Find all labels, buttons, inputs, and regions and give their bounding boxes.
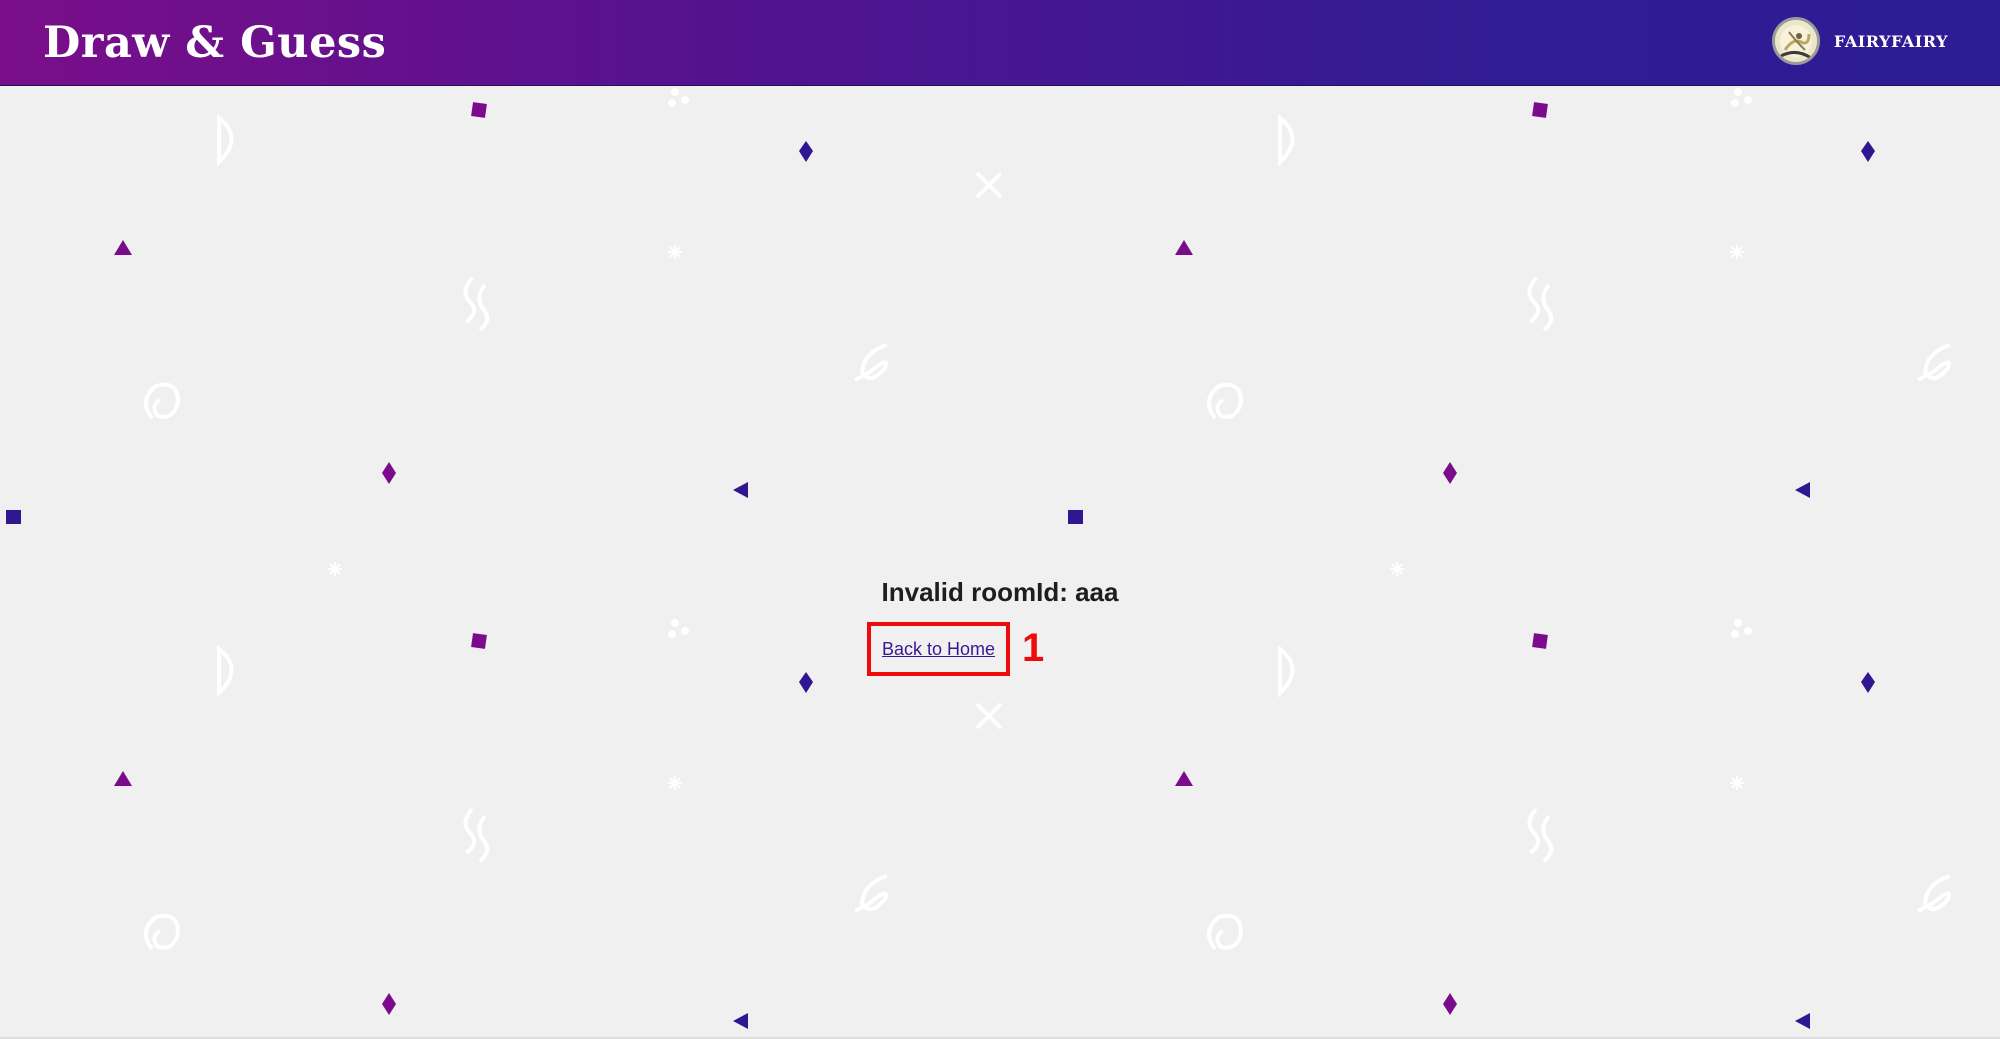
diamond-shape-icon — [1861, 141, 1875, 162]
triangle-shape-icon — [733, 482, 748, 498]
sparkle-doodle-icon — [668, 245, 682, 259]
dots-doodle-icon — [1731, 88, 1752, 107]
annotation-number: 1 — [1022, 626, 1045, 670]
app-logo[interactable]: Draw & Guess — [43, 14, 386, 72]
square-shape-icon — [471, 633, 487, 649]
dots-doodle-icon — [1731, 619, 1752, 638]
curl-doodle-icon — [854, 343, 888, 382]
half-circle-doodle-icon — [1278, 113, 1295, 167]
squiggle-doodle-icon — [463, 807, 490, 863]
diamond-shape-icon — [799, 141, 813, 162]
avatar[interactable] — [1771, 17, 1820, 65]
diamond-shape-icon — [1443, 993, 1457, 1015]
triangle-shape-icon — [114, 240, 132, 255]
username[interactable]: FAIRYFAIRY — [1834, 32, 1948, 51]
user-menu[interactable]: FAIRYFAIRY — [1771, 17, 1948, 65]
squiggle-doodle-icon — [463, 276, 490, 332]
dots-doodle-icon — [668, 88, 689, 107]
square-shape-icon — [1532, 102, 1548, 118]
square-shape-icon — [471, 102, 487, 118]
spiral-doodle-icon — [1207, 382, 1244, 420]
background-pattern-bottom — [114, 619, 1951, 1029]
squiggle-doodle-icon — [1527, 276, 1554, 332]
half-circle-doodle-icon — [217, 644, 234, 698]
spiral-doodle-icon — [1207, 913, 1244, 951]
back-to-home-link[interactable]: Back to Home — [882, 639, 995, 660]
avatar-image-icon — [1774, 20, 1817, 62]
top-app-bar: Draw & Guess FAIRYFAIRY — [0, 0, 2000, 86]
sparkle-doodle-icon — [668, 776, 682, 790]
diamond-shape-icon — [382, 993, 396, 1015]
curl-doodle-icon — [854, 874, 888, 913]
highlight-box: Back to Home — [867, 622, 1010, 676]
diamond-shape-icon — [799, 672, 813, 693]
diamond-shape-icon — [1861, 672, 1875, 693]
diamond-shape-icon — [1443, 462, 1457, 484]
cross-doodle-icon — [975, 702, 1003, 730]
error-message: Invalid roomId: aaa — [881, 577, 1119, 607]
background-pattern-top — [6, 88, 1951, 576]
sparkle-doodle-icon — [1730, 245, 1744, 259]
curl-doodle-icon — [1917, 874, 1951, 913]
curl-doodle-icon — [1917, 343, 1951, 382]
half-circle-doodle-icon — [1278, 644, 1295, 698]
decorative-background — [6, 88, 1951, 1029]
dots-doodle-icon — [668, 619, 689, 638]
triangle-shape-icon — [733, 1013, 748, 1029]
error-panel: Invalid roomId: aaa — [0, 570, 2000, 614]
triangle-shape-icon — [1795, 1013, 1810, 1029]
diamond-shape-icon — [382, 462, 396, 484]
half-circle-doodle-icon — [217, 113, 234, 167]
squiggle-doodle-icon — [1527, 807, 1554, 863]
triangle-shape-icon — [1175, 240, 1193, 255]
triangle-shape-icon — [1175, 771, 1193, 786]
square-shape-icon — [6, 510, 21, 524]
square-shape-icon — [1068, 510, 1083, 524]
spiral-doodle-icon — [144, 913, 181, 951]
cross-doodle-icon — [975, 171, 1003, 199]
square-shape-icon — [1532, 633, 1548, 649]
triangle-shape-icon — [114, 771, 132, 786]
triangle-shape-icon — [1795, 482, 1810, 498]
sparkle-doodle-icon — [1730, 776, 1744, 790]
spiral-doodle-icon — [144, 382, 181, 420]
